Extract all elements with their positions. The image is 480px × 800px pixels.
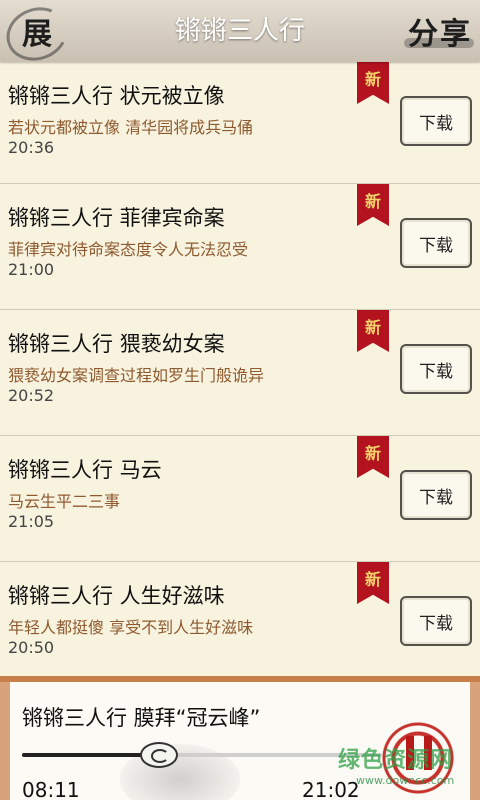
expand-label: 展 xyxy=(22,17,54,52)
list-item[interactable]: 锵锵三人行 马云 马云生平二三事 21:05 新 下载 xyxy=(0,436,480,562)
expand-button[interactable]: 展 xyxy=(0,0,76,70)
episode-title: 锵锵三人行 猥亵幼女案 xyxy=(8,332,225,356)
download-button[interactable]: 下载 xyxy=(400,596,472,646)
progress-track[interactable] xyxy=(22,753,382,757)
list-item[interactable]: 锵锵三人行 菲律宾命案 菲律宾对待命案态度令人无法忍受 21:00 新 下载 xyxy=(0,184,480,310)
share-button[interactable]: 分享 xyxy=(400,0,480,62)
episode-description: 猥亵幼女案调查过程如罗生门般诡异 xyxy=(8,366,265,385)
new-badge: 新 xyxy=(357,62,389,104)
episode-time: 20:50 xyxy=(8,638,55,657)
episode-time: 21:05 xyxy=(8,512,55,531)
download-button[interactable]: 下载 xyxy=(400,470,472,520)
progress-fill xyxy=(22,753,159,757)
list-item[interactable]: 锵锵三人行 状元被立像 若状元都被立像 清华园将成兵马俑 20:36 新 下载 xyxy=(0,62,480,184)
episode-title: 锵锵三人行 状元被立像 xyxy=(8,84,225,108)
download-button[interactable]: 下载 xyxy=(400,218,472,268)
episode-time: 21:00 xyxy=(8,260,55,279)
new-badge: 新 xyxy=(357,562,389,604)
episode-time: 20:36 xyxy=(8,138,55,157)
new-badge: 新 xyxy=(357,310,389,352)
watermark-text: 绿色资源网 xyxy=(338,748,454,773)
episode-time: 20:52 xyxy=(8,386,55,405)
player-panel: 锵锵三人行 膜拜“冠云峰” 08:11 21:02 绿色资源网 www.down… xyxy=(0,676,480,800)
progress-knob-icon[interactable] xyxy=(139,742,178,768)
list-item[interactable]: 锵锵三人行 人生好滋味 年轻人都挺傻 享受不到人生好滋味 20:50 新 下载 xyxy=(0,562,480,688)
header-bar: 展 锵锵三人行 分享 xyxy=(0,0,480,70)
episode-description: 年轻人都挺傻 享受不到人生好滋味 xyxy=(8,618,254,637)
episode-title: 锵锵三人行 菲律宾命案 xyxy=(8,206,225,230)
download-button[interactable]: 下载 xyxy=(400,96,472,146)
episode-title: 锵锵三人行 人生好滋味 xyxy=(8,584,225,608)
episode-description: 马云生平二三事 xyxy=(8,492,121,511)
now-playing-title: 锵锵三人行 膜拜“冠云峰” xyxy=(22,706,261,730)
episode-list: 锵锵三人行 状元被立像 若状元都被立像 清华园将成兵马俑 20:36 新 下载 … xyxy=(0,62,480,688)
episode-title: 锵锵三人行 马云 xyxy=(8,458,162,482)
episode-description: 若状元都被立像 清华园将成兵马俑 xyxy=(8,118,254,137)
new-badge: 新 xyxy=(357,184,389,226)
watermark-url: www.downcc.com xyxy=(356,774,455,787)
watermark: 绿色资源网 www.downcc.com xyxy=(338,742,468,800)
episode-description: 菲律宾对待命案态度令人无法忍受 xyxy=(8,240,249,259)
download-button[interactable]: 下载 xyxy=(400,344,472,394)
new-badge: 新 xyxy=(357,436,389,478)
share-label: 分享 xyxy=(408,17,472,52)
current-time: 08:11 xyxy=(22,778,80,800)
list-item[interactable]: 锵锵三人行 猥亵幼女案 猥亵幼女案调查过程如罗生门般诡异 20:52 新 下载 xyxy=(0,310,480,436)
page-title: 锵锵三人行 xyxy=(174,16,305,46)
